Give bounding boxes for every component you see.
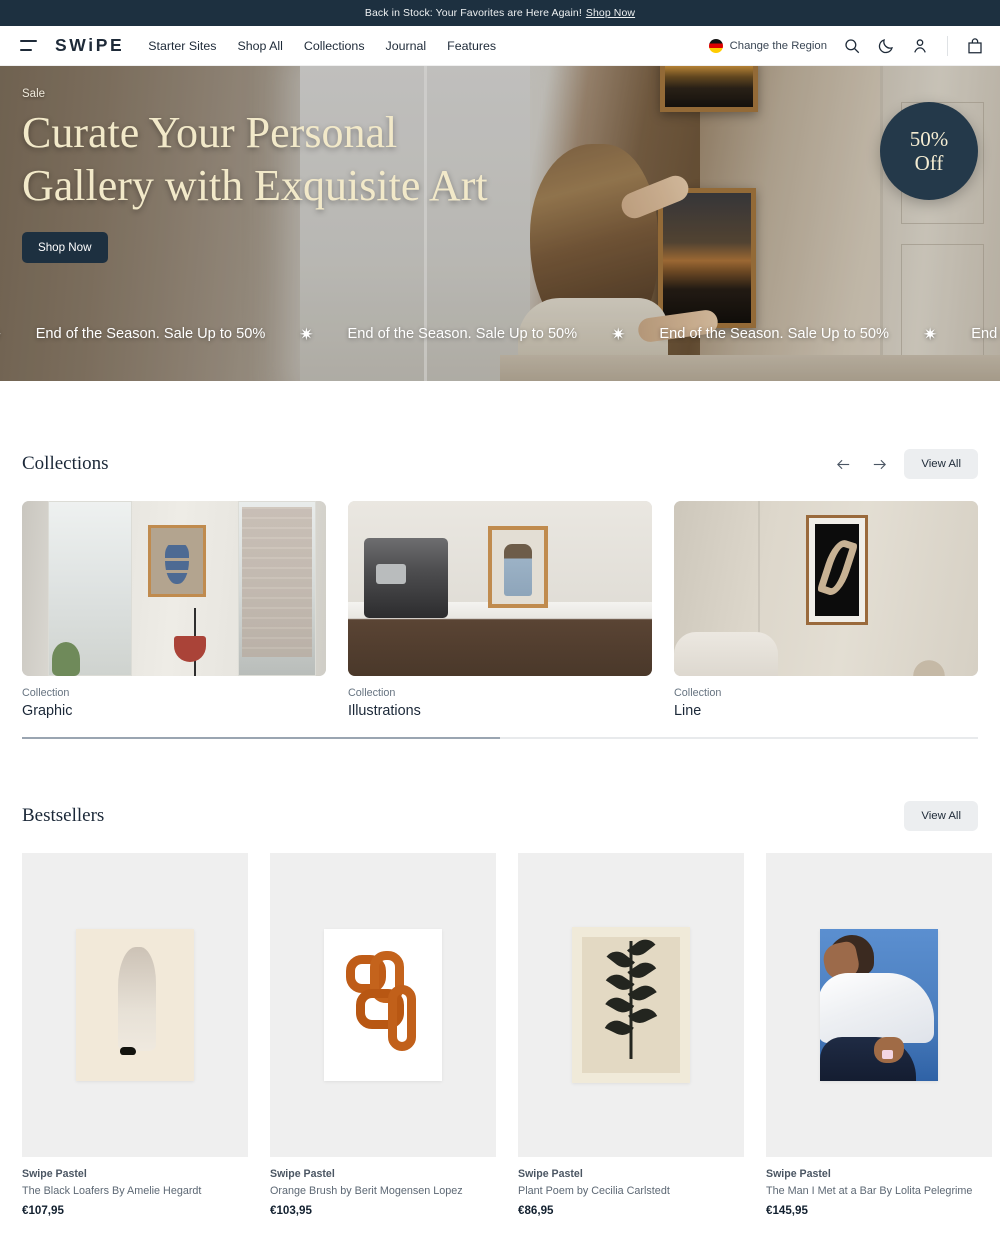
product-name: The Black Loafers By Amelie Hegardt	[22, 1185, 202, 1197]
product-image	[270, 853, 496, 1157]
collections-title: Collections	[22, 453, 109, 474]
bestsellers-product-grid: Swipe Pastel The Black Loafers By Amelie…	[22, 853, 992, 1217]
collections-carousel[interactable]: Collection Graphic Collection Illustrati…	[22, 501, 978, 719]
hamburger-icon[interactable]	[20, 40, 37, 51]
product-name: The Man I Met at a Bar By Lolita Pelegri…	[766, 1185, 973, 1197]
product-card[interactable]: Swipe Pastel Plant Poem by Cecilia Carls…	[518, 853, 744, 1217]
product-image	[518, 853, 744, 1157]
collections-view-all-button[interactable]: View All	[904, 449, 978, 479]
product-name: Plant Poem by Cecilia Carlstedt	[518, 1185, 670, 1197]
product-image	[22, 853, 248, 1157]
collection-card-graphic[interactable]: Collection Graphic	[22, 501, 326, 719]
marquee-star-icon: ✷	[611, 324, 626, 344]
region-selector[interactable]: Change the Region	[708, 38, 827, 53]
collections-header: Collections View All	[22, 449, 978, 479]
collections-prev-arrow-icon[interactable]	[832, 453, 854, 475]
collection-name: Graphic	[22, 703, 73, 719]
product-price: €86,95	[518, 1204, 554, 1217]
marquee-item: End of the Season. Sale Up to 50%	[35, 326, 266, 342]
marquee-item-partial-end: End of t	[971, 326, 1000, 342]
announcement-text: Back in Stock: Your Favorites are Here A…	[364, 7, 582, 19]
collection-name: Illustrations	[348, 703, 421, 719]
main-navigation: Starter Sites Shop All Collections Journ…	[148, 39, 496, 53]
collection-kicker: Collection	[348, 687, 396, 699]
product-image	[766, 853, 992, 1157]
account-icon[interactable]	[911, 37, 929, 55]
collection-image-graphic	[22, 501, 326, 676]
marquee-star-icon: ✷	[0, 326, 2, 343]
product-price: €103,95	[270, 1204, 312, 1217]
nav-item-journal[interactable]: Journal	[386, 39, 427, 53]
bestsellers-view-all-button[interactable]: View All	[904, 801, 978, 831]
discount-badge: 50% Off	[880, 102, 978, 200]
header-divider	[947, 35, 948, 56]
header-actions: Change the Region	[708, 35, 984, 56]
announcement-shop-now-link[interactable]: Shop Now	[586, 7, 635, 19]
site-logo[interactable]: SWiPE	[55, 35, 124, 56]
discount-badge-percent: 50%	[909, 126, 949, 151]
bestsellers-header: Bestsellers View All	[22, 801, 978, 831]
marquee-item: End of the Season. Sale Up to 50%	[659, 326, 890, 342]
shopping-bag-icon[interactable]	[966, 37, 984, 55]
sale-marquee: to 50% ✷ End of the Season. Sale Up to 5…	[0, 317, 1000, 351]
product-brand: Swipe Pastel	[518, 1168, 583, 1180]
product-name: Orange Brush by Berit Mogensen Lopez	[270, 1185, 463, 1197]
hero-banner: Sale Curate Your Personal Gallery with E…	[0, 66, 1000, 381]
announcement-bar: Back in Stock: Your Favorites are Here A…	[0, 0, 1000, 26]
hero-title: Curate Your Personal Gallery with Exquis…	[22, 108, 488, 211]
hero-content: Sale Curate Your Personal Gallery with E…	[0, 66, 1000, 264]
collection-image-illustrations	[348, 501, 652, 676]
marquee-star-icon: ✷	[299, 324, 314, 344]
product-brand: Swipe Pastel	[766, 1168, 831, 1180]
nav-item-starter-sites[interactable]: Starter Sites	[148, 39, 216, 53]
nav-item-shop-all[interactable]: Shop All	[237, 39, 282, 53]
search-icon[interactable]	[843, 37, 861, 55]
product-card[interactable]: Swipe Pastel The Man I Met at a Bar By L…	[766, 853, 992, 1217]
collections-scrollbar[interactable]	[22, 737, 978, 739]
hero-eyebrow: Sale	[22, 88, 46, 100]
collections-section: Collections View All Collection Graphic …	[0, 381, 1000, 739]
bestsellers-title: Bestsellers	[22, 805, 105, 826]
collection-kicker: Collection	[674, 687, 722, 699]
site-header: SWiPE Starter Sites Shop All Collections…	[0, 26, 1000, 66]
marquee-item: End of the Season. Sale Up to 50%	[347, 326, 578, 342]
collection-card-illustrations[interactable]: Collection Illustrations	[348, 501, 652, 719]
dark-mode-moon-icon[interactable]	[877, 37, 895, 55]
collection-kicker: Collection	[22, 687, 70, 699]
region-label: Change the Region	[729, 39, 827, 52]
nav-item-collections[interactable]: Collections	[304, 39, 365, 53]
product-card[interactable]: Swipe Pastel The Black Loafers By Amelie…	[22, 853, 248, 1217]
collection-card-line[interactable]: Collection Line	[674, 501, 978, 719]
marquee-star-icon: ✷	[923, 324, 938, 344]
hero-shop-now-button[interactable]: Shop Now	[22, 232, 108, 264]
germany-flag-icon	[708, 38, 723, 53]
nav-item-features[interactable]: Features	[447, 39, 496, 53]
product-price: €107,95	[22, 1204, 64, 1217]
collection-image-line	[674, 501, 978, 676]
collection-name: Line	[674, 703, 702, 719]
discount-badge-off: Off	[914, 151, 944, 175]
collections-next-arrow-icon[interactable]	[868, 453, 890, 475]
product-price: €145,95	[766, 1204, 808, 1217]
product-brand: Swipe Pastel	[22, 1168, 87, 1180]
bestsellers-section: Bestsellers View All Swipe Pastel The Bl…	[0, 739, 1000, 1217]
product-card[interactable]: Swipe Pastel Orange Brush by Berit Mogen…	[270, 853, 496, 1217]
product-brand: Swipe Pastel	[270, 1168, 335, 1180]
collections-controls: View All	[832, 449, 978, 479]
